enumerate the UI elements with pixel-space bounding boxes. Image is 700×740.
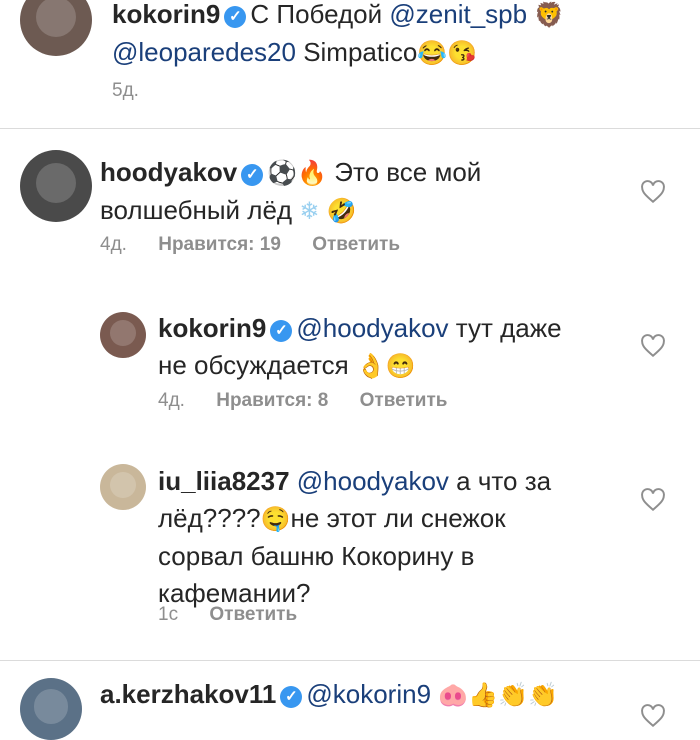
comment-body: a.kerzhakov11 ✓ @kokorin9 🐽👍👏👏 xyxy=(100,676,660,714)
avatar[interactable] xyxy=(20,678,82,740)
verified-badge-icon: ✓ xyxy=(270,320,293,342)
comment-body: kokorin9 ✓ @hoodyakov тут даже не обсуждае… xyxy=(158,310,618,385)
likes-count[interactable]: Нравится: 8 xyxy=(216,390,328,411)
username[interactable]: hoodyakov xyxy=(100,157,237,187)
username[interactable]: iu_liia8237 xyxy=(158,466,290,496)
comment-meta: 4д. Нравится: 19 Ответить xyxy=(100,234,426,256)
comment-text: Это все мой xyxy=(334,157,482,187)
heart-icon[interactable] xyxy=(640,704,666,728)
fire-emoji-icon: 🔥 xyxy=(297,160,328,187)
rofl-emoji-icon: 🤣 xyxy=(326,198,357,225)
reply-button[interactable]: Ответить xyxy=(360,390,448,411)
ok-hand-emoji-icon: 👌 xyxy=(355,353,386,380)
grin-emoji-icon: 😁 xyxy=(385,353,416,380)
laughing-emoji-icon: 😂 xyxy=(417,40,448,67)
drooling-emoji-icon: 🤤 xyxy=(260,506,291,533)
mention-link[interactable]: @hoodyakov xyxy=(297,466,449,496)
comment-meta: 5д. xyxy=(112,80,165,102)
username[interactable]: kokorin9 xyxy=(158,313,266,343)
comment-text: С Победой xyxy=(250,0,390,29)
mention-link[interactable]: @hoodyakov xyxy=(296,313,448,343)
verified-badge-icon: ✓ xyxy=(241,164,264,186)
comment-text: лёд???? xyxy=(158,503,261,533)
mention-link[interactable]: @zenit_spb xyxy=(389,0,527,29)
heart-icon[interactable] xyxy=(640,334,666,358)
avatar[interactable] xyxy=(20,150,92,222)
comment-meta: 1с Ответить xyxy=(158,604,323,626)
likes-count[interactable]: Нравится: 19 xyxy=(158,234,281,255)
snowflake-emoji-icon: ❄ xyxy=(299,198,320,225)
kiss-emoji-icon: 😘 xyxy=(447,40,478,67)
divider xyxy=(0,660,700,661)
heart-icon[interactable] xyxy=(640,488,666,512)
comment-text: сорвал башню Кокорину в xyxy=(158,541,475,571)
comment-text: не обсуждается xyxy=(158,350,349,380)
mention-link[interactable]: @leoparedes20 xyxy=(112,37,296,67)
reply-button[interactable]: Ответить xyxy=(209,604,297,625)
username[interactable]: a.kerzhakov11 xyxy=(100,679,276,709)
lion-emoji-icon: 🦁 xyxy=(534,2,565,29)
clapping-emoji-icon: 👏 xyxy=(527,682,558,709)
timestamp: 1с xyxy=(158,604,179,625)
comment-body: iu_liia8237 @hoodyakov а что за лёд????🤤… xyxy=(158,463,628,612)
heart-icon[interactable] xyxy=(640,180,666,204)
comment-meta: 4д. Нравится: 8 Ответить xyxy=(158,390,473,412)
soccer-ball-emoji-icon: ⚽ xyxy=(267,160,298,187)
avatar[interactable] xyxy=(20,0,92,56)
timestamp: 4д. xyxy=(100,234,127,255)
username[interactable]: kokorin9 xyxy=(112,0,220,29)
comment-text: Simpatico xyxy=(295,37,418,67)
timestamp: 4д. xyxy=(158,390,185,411)
comment-body: hoodyakov ✓ ⚽🔥 Это все мой волшебный лёд ❄… xyxy=(100,154,620,230)
comment-text: тут даже xyxy=(448,313,562,343)
comment-body: kokorin9 ✓ С Победой @zenit_spb 🦁 @leopare… xyxy=(112,0,672,72)
clapping-emoji-icon: 👏 xyxy=(498,682,528,709)
thumbs-up-emoji-icon: 👍 xyxy=(468,682,499,709)
verified-badge-icon: ✓ xyxy=(224,6,247,28)
reply-button[interactable]: Ответить xyxy=(312,234,400,255)
avatar[interactable] xyxy=(100,312,146,358)
comment-text: волшебный лёд xyxy=(100,195,293,225)
timestamp: 5д. xyxy=(112,80,139,101)
comment-text: а что за xyxy=(448,466,552,496)
verified-badge-icon: ✓ xyxy=(280,686,303,708)
pig-nose-emoji-icon: 🐽 xyxy=(438,682,469,709)
mention-link[interactable]: @kokorin9 xyxy=(306,679,431,709)
comment-text: не этот ли снежок xyxy=(290,503,506,533)
avatar[interactable] xyxy=(100,464,146,510)
divider xyxy=(0,128,700,129)
